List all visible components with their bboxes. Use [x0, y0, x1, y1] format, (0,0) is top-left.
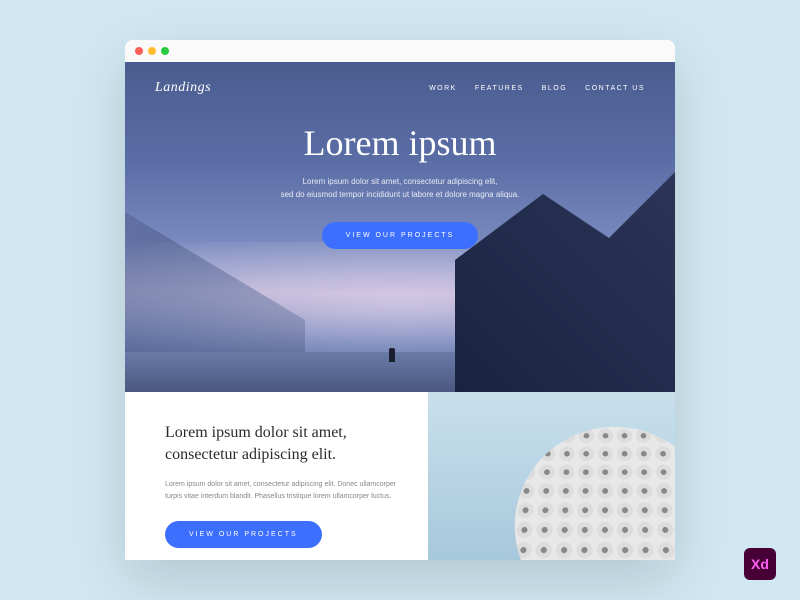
browser-window: Landings WORK FEATURES BLOG CONTACT US L…	[125, 40, 675, 560]
hero-subtitle-line: Lorem ipsum dolor sit amet, consectetur …	[125, 176, 675, 189]
section-body: Lorem ipsum dolor sit amet, consectetur …	[165, 479, 398, 503]
nav-link-contact[interactable]: CONTACT US	[585, 85, 645, 92]
maximize-icon[interactable]	[161, 47, 169, 55]
view-projects-button[interactable]: VIEW OUR PROJECTS	[165, 521, 322, 548]
section-title: Lorem ipsum dolor sit amet, consectetur …	[165, 422, 398, 467]
logo[interactable]: Landings	[155, 80, 211, 96]
content-image	[428, 392, 676, 560]
person-silhouette-icon	[389, 348, 395, 362]
hero-content: Lorem ipsum Lorem ipsum dolor sit amet, …	[125, 122, 675, 249]
close-icon[interactable]	[135, 47, 143, 55]
minimize-icon[interactable]	[148, 47, 156, 55]
hero-subtitle: Lorem ipsum dolor sit amet, consectetur …	[125, 176, 675, 202]
nav-link-blog[interactable]: BLOG	[542, 85, 567, 92]
building-illustration	[509, 427, 675, 560]
content-section: Lorem ipsum dolor sit amet, consectetur …	[125, 392, 675, 560]
nav-link-work[interactable]: WORK	[429, 85, 457, 92]
view-projects-button[interactable]: VIEW OUR PROJECTS	[322, 222, 479, 249]
hero-subtitle-line: sed do eiusmod tempor incididunt ut labo…	[125, 189, 675, 202]
hero-section: Landings WORK FEATURES BLOG CONTACT US L…	[125, 62, 675, 392]
nav-links: WORK FEATURES BLOG CONTACT US	[429, 85, 645, 92]
content-left: Lorem ipsum dolor sit amet, consectetur …	[125, 392, 428, 560]
hero-title: Lorem ipsum	[125, 122, 675, 164]
top-nav: Landings WORK FEATURES BLOG CONTACT US	[125, 62, 675, 114]
nav-link-features[interactable]: FEATURES	[475, 85, 524, 92]
xd-badge-icon: Xd	[744, 548, 776, 580]
titlebar	[125, 40, 675, 62]
